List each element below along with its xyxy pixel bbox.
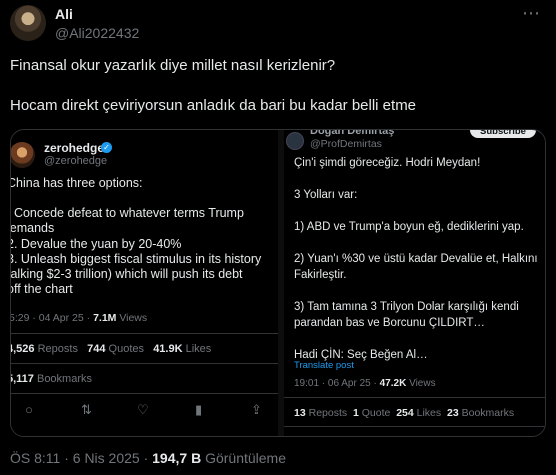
embedded-views-count: 7.1M [93, 312, 117, 324]
likes-label: Likes [413, 407, 442, 419]
bookmarks-label: Bookmarks [458, 407, 515, 419]
embedded-timestamp: 19:01 · 06 Apr 25 · 47.2K Views [294, 378, 436, 389]
tweet-views-count: 194,7 B [152, 450, 202, 466]
tweet-timestamp: ÖS 8:11 · 6 Nis 2025 · 194,7 B Görüntüle… [10, 450, 286, 466]
embedded-timestamp: 5:29 · 04 Apr 25 · 7.1M Views [10, 312, 148, 324]
likes-count: 41.9K [153, 343, 183, 355]
media-image-left[interactable]: zerohedge ✓ @zerohedge China has three o… [11, 130, 278, 436]
embedded-stats: 13 Reposts 1 Quote 254 Likes 23 Bookmark… [294, 407, 514, 419]
divider [11, 363, 278, 364]
embedded-text-line: 2. Devalue the yuan by 20-40% [10, 236, 182, 251]
embedded-text-line: . Concede defeat to whatever terms Trump [10, 206, 244, 221]
embedded-text-line: lemands [10, 221, 55, 236]
tweet-text: Finansal okur yazarlık diye millet nasıl… [10, 56, 540, 116]
reposts-count: 13 [294, 407, 306, 419]
likes-label: Likes [182, 343, 212, 355]
media-image-right[interactable]: Doğan Demirtaş @ProfDemirtas Subscribe Ç… [284, 130, 545, 436]
repost-icon: ⇅ [81, 402, 92, 417]
tweet-media[interactable]: zerohedge ✓ @zerohedge China has three o… [10, 129, 546, 437]
subscribe-button: Subscribe [470, 130, 536, 138]
embedded-paragraph: 2) Yuan'ı %30 ve üstü kadar Devalüe et, … [294, 253, 538, 281]
embedded-stats: 4,526 Reposts 744 Quotes 41.9K Likes [11, 343, 212, 355]
embedded-views-label: Views [116, 312, 148, 324]
tweet-text-line: Hocam direkt çeviriyorsun anladık da bar… [10, 97, 417, 114]
embedded-time: 5:29 · 04 Apr 25 · [10, 312, 94, 324]
bookmarks-count: 5,117 [11, 373, 34, 385]
author-handle[interactable]: @Ali2022432 [55, 25, 139, 41]
likes-count: 254 [396, 407, 414, 419]
embedded-text-line: off the chart [10, 282, 73, 297]
tweet-time[interactable]: ÖS 8:11 · 6 Nis 2025 · [10, 450, 152, 466]
tweet-views-label: Görüntüleme [201, 450, 287, 466]
divider [284, 397, 545, 398]
tweet-text-line: Finansal okur yazarlık diye millet nasıl… [10, 57, 336, 74]
more-options-icon[interactable]: ⋯ [522, 3, 541, 24]
embedded-author-handle: @zerohedge [44, 155, 108, 167]
translate-link: Translate post [294, 360, 354, 371]
embedded-text-line: 3. Unleash biggest fiscal stimulus in it… [10, 251, 262, 266]
verified-icon: ✓ [101, 142, 112, 153]
embedded-paragraph: 1) ABD ve Trump'a boyun eğ, dediklerini … [294, 221, 524, 233]
reply-icon: ○ [25, 402, 33, 417]
embedded-tweet-text: Çin'i şimdi göreceğiz. Hodri Meydan! 3 Y… [294, 155, 540, 379]
reposts-count: 4,526 [11, 343, 35, 355]
embedded-views-count: 47.2K [379, 378, 407, 389]
embedded-author-name: Doğan Demirtaş [310, 129, 395, 137]
embedded-tweet-text: China has three options: . Concede defea… [10, 176, 275, 297]
embedded-paragraph: 3) Tam tamına 3 Trilyon Dolar karşılığı … [294, 301, 519, 329]
divider [284, 426, 545, 427]
quotes-label: Quote [358, 407, 391, 419]
embedded-bookmarks: 5,117 Bookmarks [11, 373, 92, 385]
divider [11, 333, 278, 334]
bookmark-icon: ▮ [195, 402, 203, 417]
embedded-text-line [11, 191, 275, 206]
embedded-text-line: China has three options: [10, 176, 143, 190]
embedded-paragraph: Çin'i şimdi göreceğiz. Hodri Meydan! [294, 157, 481, 169]
embedded-avatar [11, 142, 35, 168]
quotes-label: Quotes [105, 343, 145, 355]
bookmarks-count: 23 [447, 407, 459, 419]
embedded-views-label: Views [406, 378, 436, 389]
embedded-time: 19:01 · 06 Apr 25 · [294, 378, 380, 389]
bookmarks-label: Bookmarks [33, 373, 92, 385]
author-name[interactable]: Ali [55, 6, 73, 22]
reposts-label: Reposts [34, 343, 78, 355]
like-icon: ♡ [137, 402, 149, 417]
embedded-avatar [286, 132, 304, 150]
divider [11, 393, 278, 394]
embedded-text-line: talking $2-3 trillion) which will push i… [10, 267, 243, 282]
author-avatar[interactable] [10, 5, 46, 41]
quotes-count: 744 [87, 343, 106, 355]
embedded-author-name: zerohedge [44, 141, 105, 155]
embedded-author-handle: @ProfDemirtas [310, 138, 382, 150]
reposts-label: Reposts [305, 407, 348, 419]
share-icon: ⇪ [251, 402, 262, 417]
embedded-paragraph: 3 Yolları var: [294, 189, 358, 201]
